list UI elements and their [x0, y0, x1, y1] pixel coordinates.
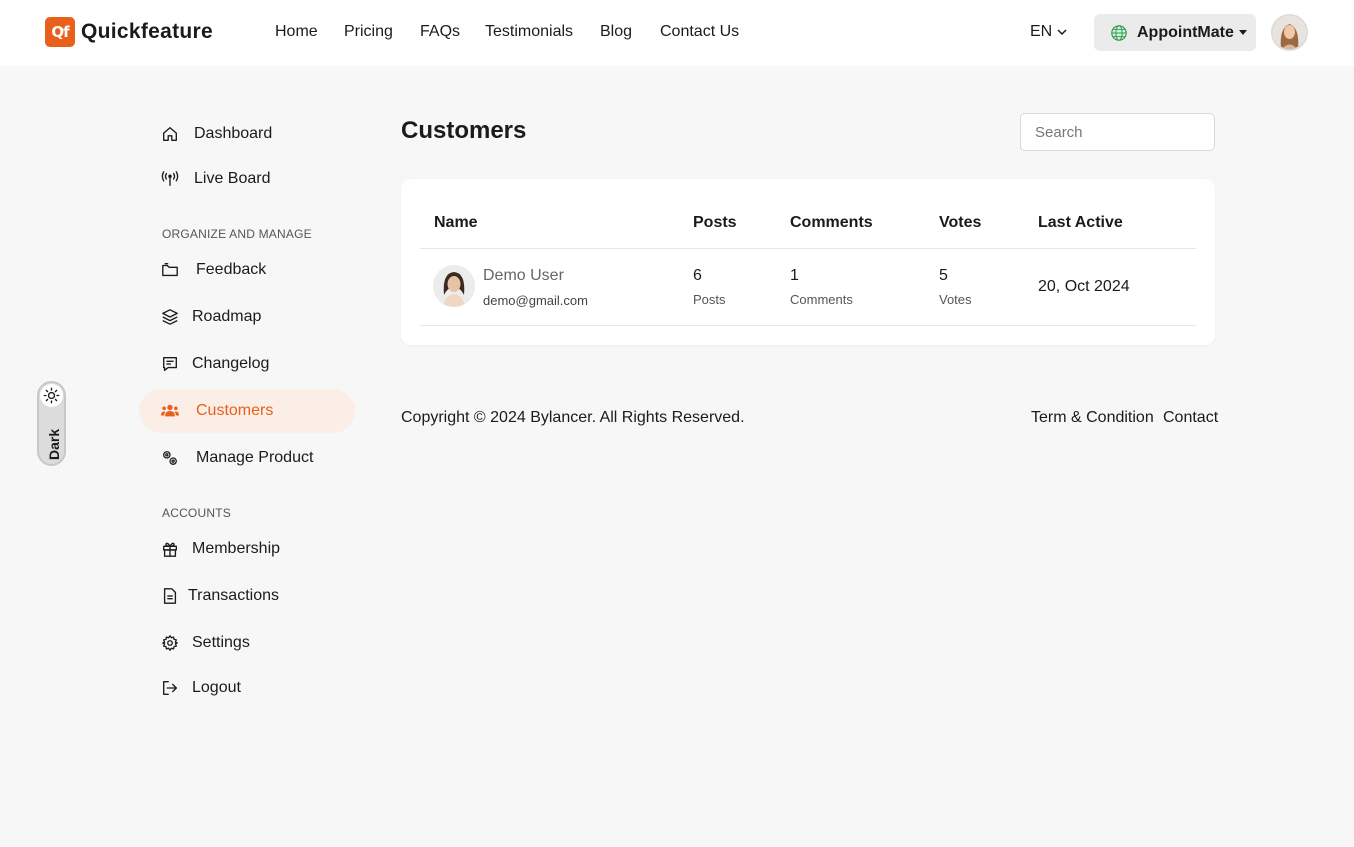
column-header-last-active[interactable]: Last Active: [1038, 214, 1123, 232]
section-heading-accounts: ACCOUNTS: [162, 506, 231, 520]
top-header: Qf Quickfeature Home Pricing FAQs Testim…: [0, 0, 1354, 66]
sidebar-item-label: Roadmap: [192, 308, 262, 325]
sidebar-item-label: Transactions: [188, 587, 279, 604]
document-icon: [163, 588, 177, 604]
sidebar-item-membership[interactable]: Membership: [139, 527, 355, 571]
gears-icon: [163, 451, 177, 465]
sun-icon: [40, 384, 63, 407]
sidebar-item-transactions[interactable]: Transactions: [139, 574, 355, 618]
sidebar-item-label: Membership: [192, 540, 281, 557]
sidebar-item-label: Dashboard: [194, 125, 273, 142]
sidebar-item-roadmap[interactable]: Roadmap: [139, 295, 355, 339]
table-divider: [420, 325, 1196, 326]
column-header-comments[interactable]: Comments: [790, 214, 873, 232]
message-icon: [163, 357, 177, 371]
logout-icon: [163, 681, 177, 695]
customer-photo-icon: [433, 265, 475, 307]
nav-contact-us[interactable]: Contact Us: [660, 23, 739, 41]
brand-name: Quickfeature: [81, 20, 213, 43]
brand-logo[interactable]: Qf Quickfeature: [45, 17, 213, 47]
nav-faqs[interactable]: FAQs: [420, 23, 460, 41]
customers-table: Name Posts Comments Votes Last Active De…: [401, 179, 1215, 345]
caret-down-icon: [1238, 30, 1247, 35]
sidebar-item-label: Settings: [192, 634, 250, 651]
theme-toggle[interactable]: Dark: [37, 381, 66, 466]
page-title: Customers: [401, 117, 527, 144]
gift-icon: [163, 542, 177, 557]
comments-count: 1: [790, 267, 799, 284]
language-selector[interactable]: EN: [1030, 23, 1068, 41]
sidebar-item-label: Customers: [196, 402, 274, 419]
nav-blog[interactable]: Blog: [600, 23, 632, 41]
nav-pricing[interactable]: Pricing: [344, 23, 393, 41]
sidebar-item-label: Logout: [192, 679, 241, 696]
column-header-posts[interactable]: Posts: [693, 214, 737, 232]
table-divider: [420, 248, 1196, 249]
customer-email: demo@gmail.com: [483, 293, 588, 308]
theme-toggle-label: Dark: [46, 428, 62, 460]
customer-name[interactable]: Demo User: [483, 267, 564, 285]
sidebar-item-manage-product[interactable]: Manage Product: [139, 436, 355, 480]
sidebar-item-live-board[interactable]: Live Board: [139, 157, 355, 201]
sidebar-item-label: Changelog: [192, 355, 270, 372]
home-icon: [163, 127, 177, 141]
logo-mark-icon: Qf: [45, 17, 75, 47]
nav-testimonials[interactable]: Testimonials: [485, 23, 573, 41]
column-header-votes[interactable]: Votes: [939, 214, 981, 232]
sidebar-item-label: Live Board: [194, 170, 271, 187]
user-avatar[interactable]: [1271, 14, 1308, 51]
user-photo-icon: [1273, 16, 1306, 49]
layers-icon: [162, 309, 178, 325]
footer-link-contact[interactable]: Contact: [1163, 409, 1218, 427]
sidebar-item-settings[interactable]: Settings: [139, 621, 355, 665]
sidebar-item-dashboard[interactable]: Dashboard: [139, 112, 355, 156]
nav-home[interactable]: Home: [275, 23, 318, 41]
gear-icon: [162, 635, 178, 651]
avatar: [433, 265, 475, 307]
globe-icon: [1111, 24, 1127, 41]
broadcast-icon: [161, 171, 179, 186]
last-active-date: 20, Oct 2024: [1038, 278, 1130, 295]
sidebar-item-logout[interactable]: Logout: [139, 666, 355, 710]
column-header-name[interactable]: Name: [434, 214, 478, 232]
search-input[interactable]: [1020, 113, 1215, 151]
comments-label: Comments: [790, 292, 853, 307]
folder-icon: [162, 263, 178, 277]
sidebar-item-label: Feedback: [196, 261, 267, 278]
chevron-down-icon: [1057, 29, 1067, 36]
posts-count: 6: [693, 267, 702, 284]
sidebar-item-customers[interactable]: Customers: [139, 389, 355, 433]
footer-link-terms[interactable]: Term & Condition: [1031, 409, 1154, 427]
workspace-dropdown[interactable]: AppointMate: [1094, 14, 1256, 51]
workspace-name: AppointMate: [1137, 23, 1234, 41]
votes-label: Votes: [939, 292, 972, 307]
language-label: EN: [1030, 23, 1053, 40]
users-icon: [161, 404, 179, 417]
sidebar-item-changelog[interactable]: Changelog: [139, 342, 355, 386]
sidebar-item-feedback[interactable]: Feedback: [139, 248, 355, 292]
sidebar-item-label: Manage Product: [196, 449, 314, 466]
section-heading-organize: ORGANIZE AND MANAGE: [162, 227, 312, 241]
copyright-text: Copyright © 2024 Bylancer. All Rights Re…: [401, 409, 745, 426]
votes-count: 5: [939, 267, 948, 284]
posts-label: Posts: [693, 292, 726, 307]
